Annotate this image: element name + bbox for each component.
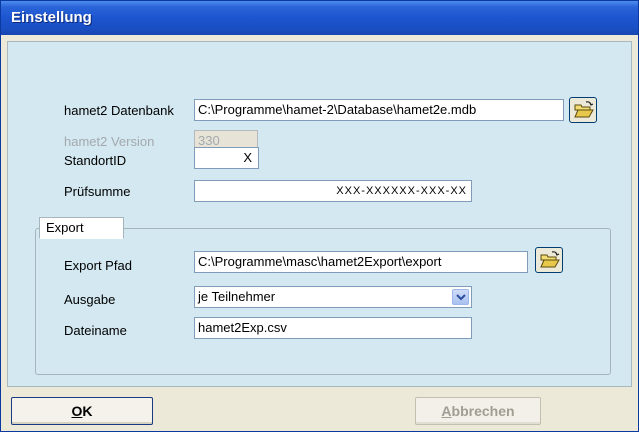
ok-button[interactable]: OK (11, 397, 153, 425)
standort-label: StandortID (64, 153, 127, 168)
ok-label-rest: K (82, 403, 93, 419)
version-label: hamet2 Version (64, 134, 155, 149)
pruefsumme-label: Prüfsumme (64, 184, 131, 199)
pruefsumme-input[interactable]: XXX-XXXXXX-XXX-XX (194, 180, 472, 202)
dateiname-input[interactable]: hamet2Exp.csv (194, 317, 472, 339)
ok-mnemonic: O (71, 403, 83, 419)
database-browse-button[interactable] (569, 97, 597, 123)
database-label: hamet2 Datenbank (64, 103, 174, 118)
database-path-input[interactable]: C:\Programme\hamet-2\Database\hamet2e.md… (194, 99, 564, 121)
export-path-input[interactable]: C:\Programme\masc\hamet2Export\export (194, 251, 528, 273)
export-group-title: Export (39, 217, 124, 239)
ausgabe-select[interactable]: je Teilnehmer (194, 286, 472, 308)
title-bar[interactable]: Einstellung (1, 1, 638, 35)
dropdown-arrow-button[interactable] (452, 289, 469, 305)
chevron-down-icon (456, 294, 466, 301)
cancel-button[interactable]: Abbrechen (415, 397, 541, 425)
cancel-mnemonic: A (441, 403, 452, 419)
ausgabe-label: Ausgabe (64, 292, 116, 307)
open-folder-icon (574, 101, 594, 118)
export-path-browse-button[interactable] (535, 247, 563, 273)
standort-input[interactable]: X (194, 147, 259, 169)
dateiname-label: Dateiname (64, 323, 127, 338)
window-title: Einstellung (11, 9, 92, 26)
settings-dialog: Einstellung hamet2 Datenbank C:\Programm… (0, 0, 639, 432)
ausgabe-selected-value: je Teilnehmer (198, 289, 276, 304)
open-folder-icon (540, 251, 560, 268)
cancel-label-rest: bbrechen (451, 403, 515, 419)
export-path-label: Export Pfad (64, 258, 132, 273)
